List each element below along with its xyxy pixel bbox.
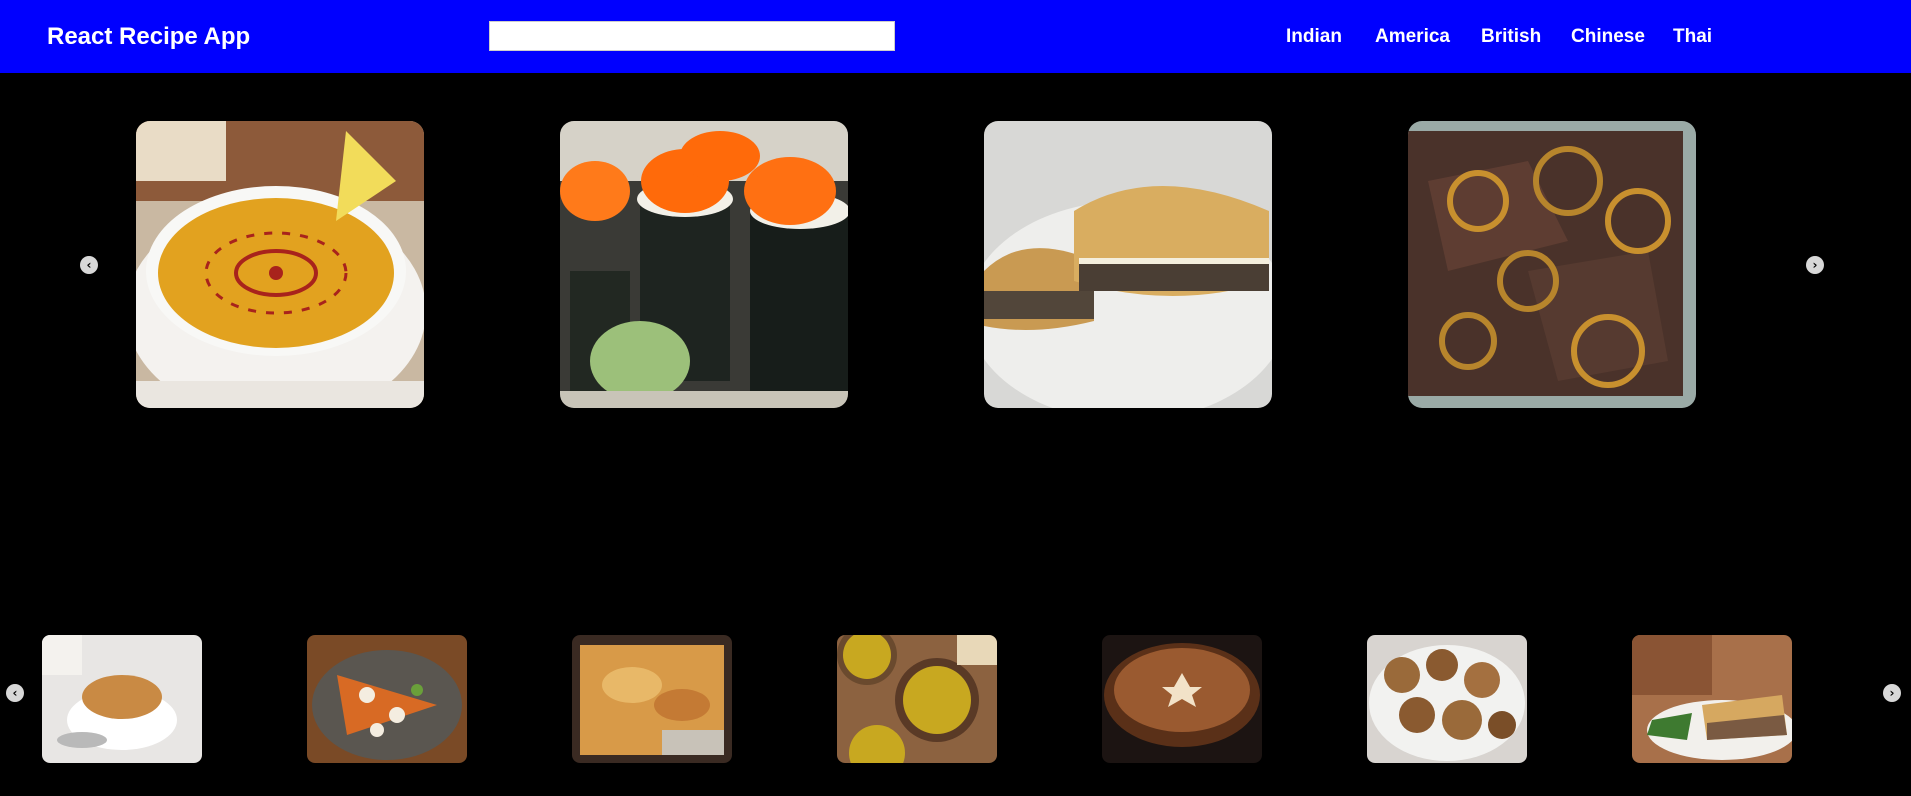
chevron-left-icon[interactable]: ‹ (6, 684, 24, 702)
meat-pie-image[interactable] (984, 121, 1272, 408)
chevron-right-icon[interactable]: › (1883, 684, 1901, 702)
chevron-left-icon[interactable]: ‹ (80, 256, 98, 274)
chevron-right-icon[interactable]: › (1806, 256, 1824, 274)
chocolate-pie-illustration (1102, 635, 1262, 763)
search-input[interactable] (489, 21, 895, 51)
poutine-illustration (307, 635, 467, 763)
tourtiere-illustration (1632, 635, 1792, 763)
nav-link-america[interactable]: America (1375, 26, 1450, 48)
navbar: React Recipe App Indian America British … (0, 0, 1911, 73)
fritters-illustration (1367, 635, 1527, 763)
liver-and-onions-illustration (1408, 121, 1696, 408)
pea-soup-illustration (837, 635, 997, 763)
nav-link-indian[interactable]: Indian (1286, 26, 1342, 48)
app-title[interactable]: React Recipe App (47, 23, 250, 51)
pea-soup-image[interactable] (837, 635, 997, 763)
lentil-soup-image[interactable] (136, 121, 424, 408)
tourtiere-image[interactable] (1632, 635, 1792, 763)
baked-casserole-illustration (572, 635, 732, 763)
fritters-image[interactable] (1367, 635, 1527, 763)
sushi-illustration (560, 121, 848, 408)
chocolate-pie-image[interactable] (1102, 635, 1262, 763)
pudding-bowl-image[interactable] (42, 635, 202, 763)
liver-and-onions-image[interactable] (1408, 121, 1696, 408)
nav-link-british[interactable]: British (1481, 26, 1541, 48)
nav-link-chinese[interactable]: Chinese (1571, 26, 1645, 48)
lentil-soup-illustration (136, 121, 424, 408)
baked-casserole-image[interactable] (572, 635, 732, 763)
meat-pie-illustration (984, 121, 1272, 408)
poutine-image[interactable] (307, 635, 467, 763)
sushi-image[interactable] (560, 121, 848, 408)
pudding-bowl-illustration (42, 635, 202, 763)
nav-link-thai[interactable]: Thai (1673, 26, 1712, 48)
